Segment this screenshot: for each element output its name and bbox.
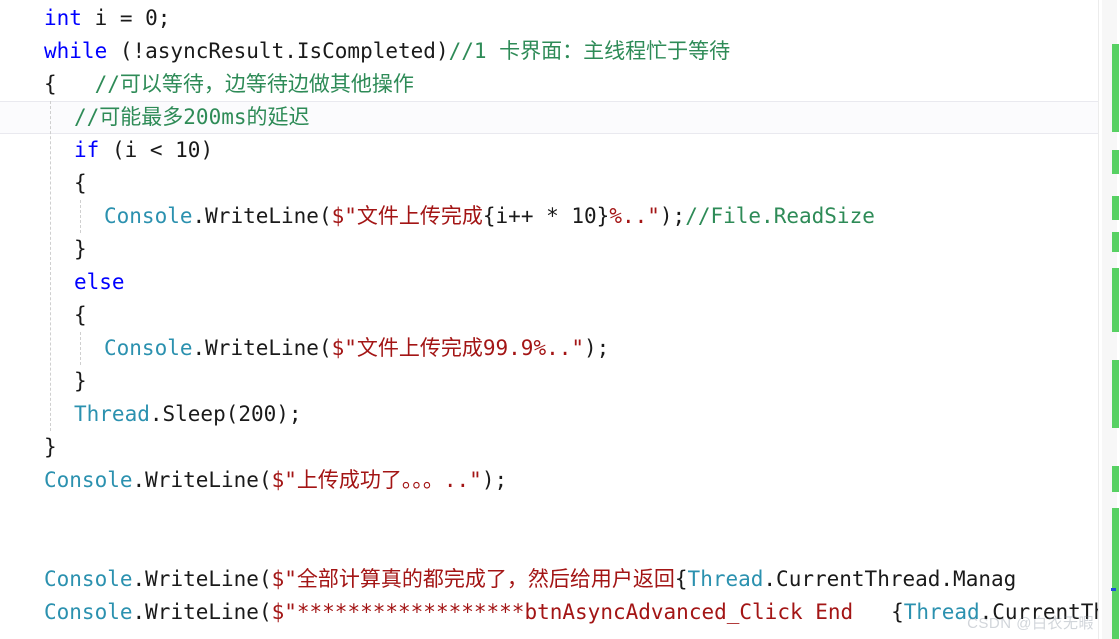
code-token-kw: while [44,39,108,63]
scrollbar-change-marker [1112,232,1119,252]
scrollbar-change-marker [1112,360,1119,428]
code-token-cmt: //可能最多200ms的延迟 [74,105,310,129]
code-token-pln: .CurrentThr [979,600,1098,624]
code-token-pln: { [853,600,904,624]
code-token-pln: .CurrentThread.Manag [763,567,1017,591]
code-token-cmt: //1 卡界面：主线程忙于等待 [448,39,731,63]
code-token-pln: {i++ * 10} [482,204,610,228]
code-token-typ: Thread [74,402,150,426]
code-token-pln: ); [584,336,610,360]
code-line[interactable]: { [0,167,1098,200]
code-line[interactable]: Console.WriteLine($"文件上传完成{i++ * 10}%.."… [0,200,1098,233]
code-token-pln: .WriteLine( [132,468,272,492]
code-token-typ: Thread [687,567,764,591]
scrollbar-change-marker [1112,150,1119,174]
code-token-pln: } [74,369,87,393]
code-token-typ: Console [104,204,193,228]
scrollbar-change-marker [1112,508,1119,639]
code-line[interactable]: else [0,266,1098,299]
code-token-str: $"******************btnAsyncAdvanced_Cli… [271,600,854,624]
code-token-pln: .WriteLine( [192,336,332,360]
code-editor-screenshot: int i = 0; while (!asyncResult.IsComplete… [0,0,1120,639]
code-token-pln: { [44,72,95,96]
code-token-str: %.." [609,204,660,228]
code-token-pln: { [74,171,87,195]
code-line[interactable]: Console.WriteLine($"全部计算真的都完成了，然后给用户返回{T… [0,563,1098,596]
code-token-pln: .WriteLine( [132,567,272,591]
code-token-typ: Thread [903,600,980,624]
code-line[interactable]: int i = 0; [0,2,1098,35]
scrollbar-change-marker [1112,268,1119,332]
code-token-pln: ); [659,204,686,228]
code-token-pln: ); [481,468,508,492]
code-line[interactable]: while (!asyncResult.IsCompleted)//1 卡界面：… [0,35,1098,68]
code-token-cmt: //File.ReadSize [685,204,875,228]
scrollbar-change-marker [1112,44,1119,132]
code-token-str: $"全部计算真的都完成了，然后给用户返回 [271,567,675,591]
scrollbar-change-marker [1112,466,1119,492]
code-line[interactable]: Console.WriteLine($"上传成功了。。。.."); [0,464,1098,497]
code-token-pln: .WriteLine( [132,600,272,624]
code-line[interactable]: Console.WriteLine($"文件上传完成99.9%.."); [0,332,1098,365]
code-token-pln: } [74,237,87,261]
code-token-pln: (i < 10) [99,138,214,162]
code-line[interactable]: Thread.Sleep(200); [0,398,1098,431]
code-token-kw: int [44,6,82,30]
code-line[interactable] [0,497,1098,530]
code-token-pln: { [74,303,87,327]
code-line[interactable]: //可能最多200ms的延迟 [0,101,1098,134]
code-token-kw: else [74,270,125,294]
code-token-typ: Console [44,468,133,492]
code-editor-surface[interactable]: int i = 0; while (!asyncResult.IsComplete… [0,0,1098,639]
code-token-pln: i = 0; [81,6,171,30]
code-token-pln: .Sleep(200); [149,402,302,426]
scrollbar-change-marker [1112,196,1119,220]
code-token-str: $"上传成功了。。。.." [271,468,482,492]
code-token-str: $"文件上传完成99.9%.." [331,336,585,360]
code-token-pln: { [674,567,688,591]
code-token-cmt: //可以等待，边等待边做其他操作 [94,72,414,96]
code-token-typ: Console [44,600,133,624]
code-line[interactable]: } [0,431,1098,464]
code-token-str: $"文件上传完成 [331,204,483,228]
code-token-pln: .WriteLine( [192,204,332,228]
code-token-kw: if [74,138,100,162]
vertical-scrollbar[interactable] [1098,0,1120,639]
code-line[interactable]: { [0,299,1098,332]
code-token-typ: Console [104,336,193,360]
code-line[interactable]: Console.WriteLine($"******************bt… [0,596,1098,629]
code-line[interactable] [0,530,1098,563]
code-token-pln: } [44,435,57,459]
code-line[interactable]: if (i < 10) [0,134,1098,167]
code-line[interactable]: } [0,233,1098,266]
code-token-pln: (!asyncResult.IsCompleted) [107,39,449,63]
code-token-typ: Console [44,567,133,591]
scrollbar-caret-marker [1111,588,1116,591]
code-line[interactable]: { //可以等待，边等待边做其他操作 [0,68,1098,101]
code-line[interactable]: } [0,365,1098,398]
